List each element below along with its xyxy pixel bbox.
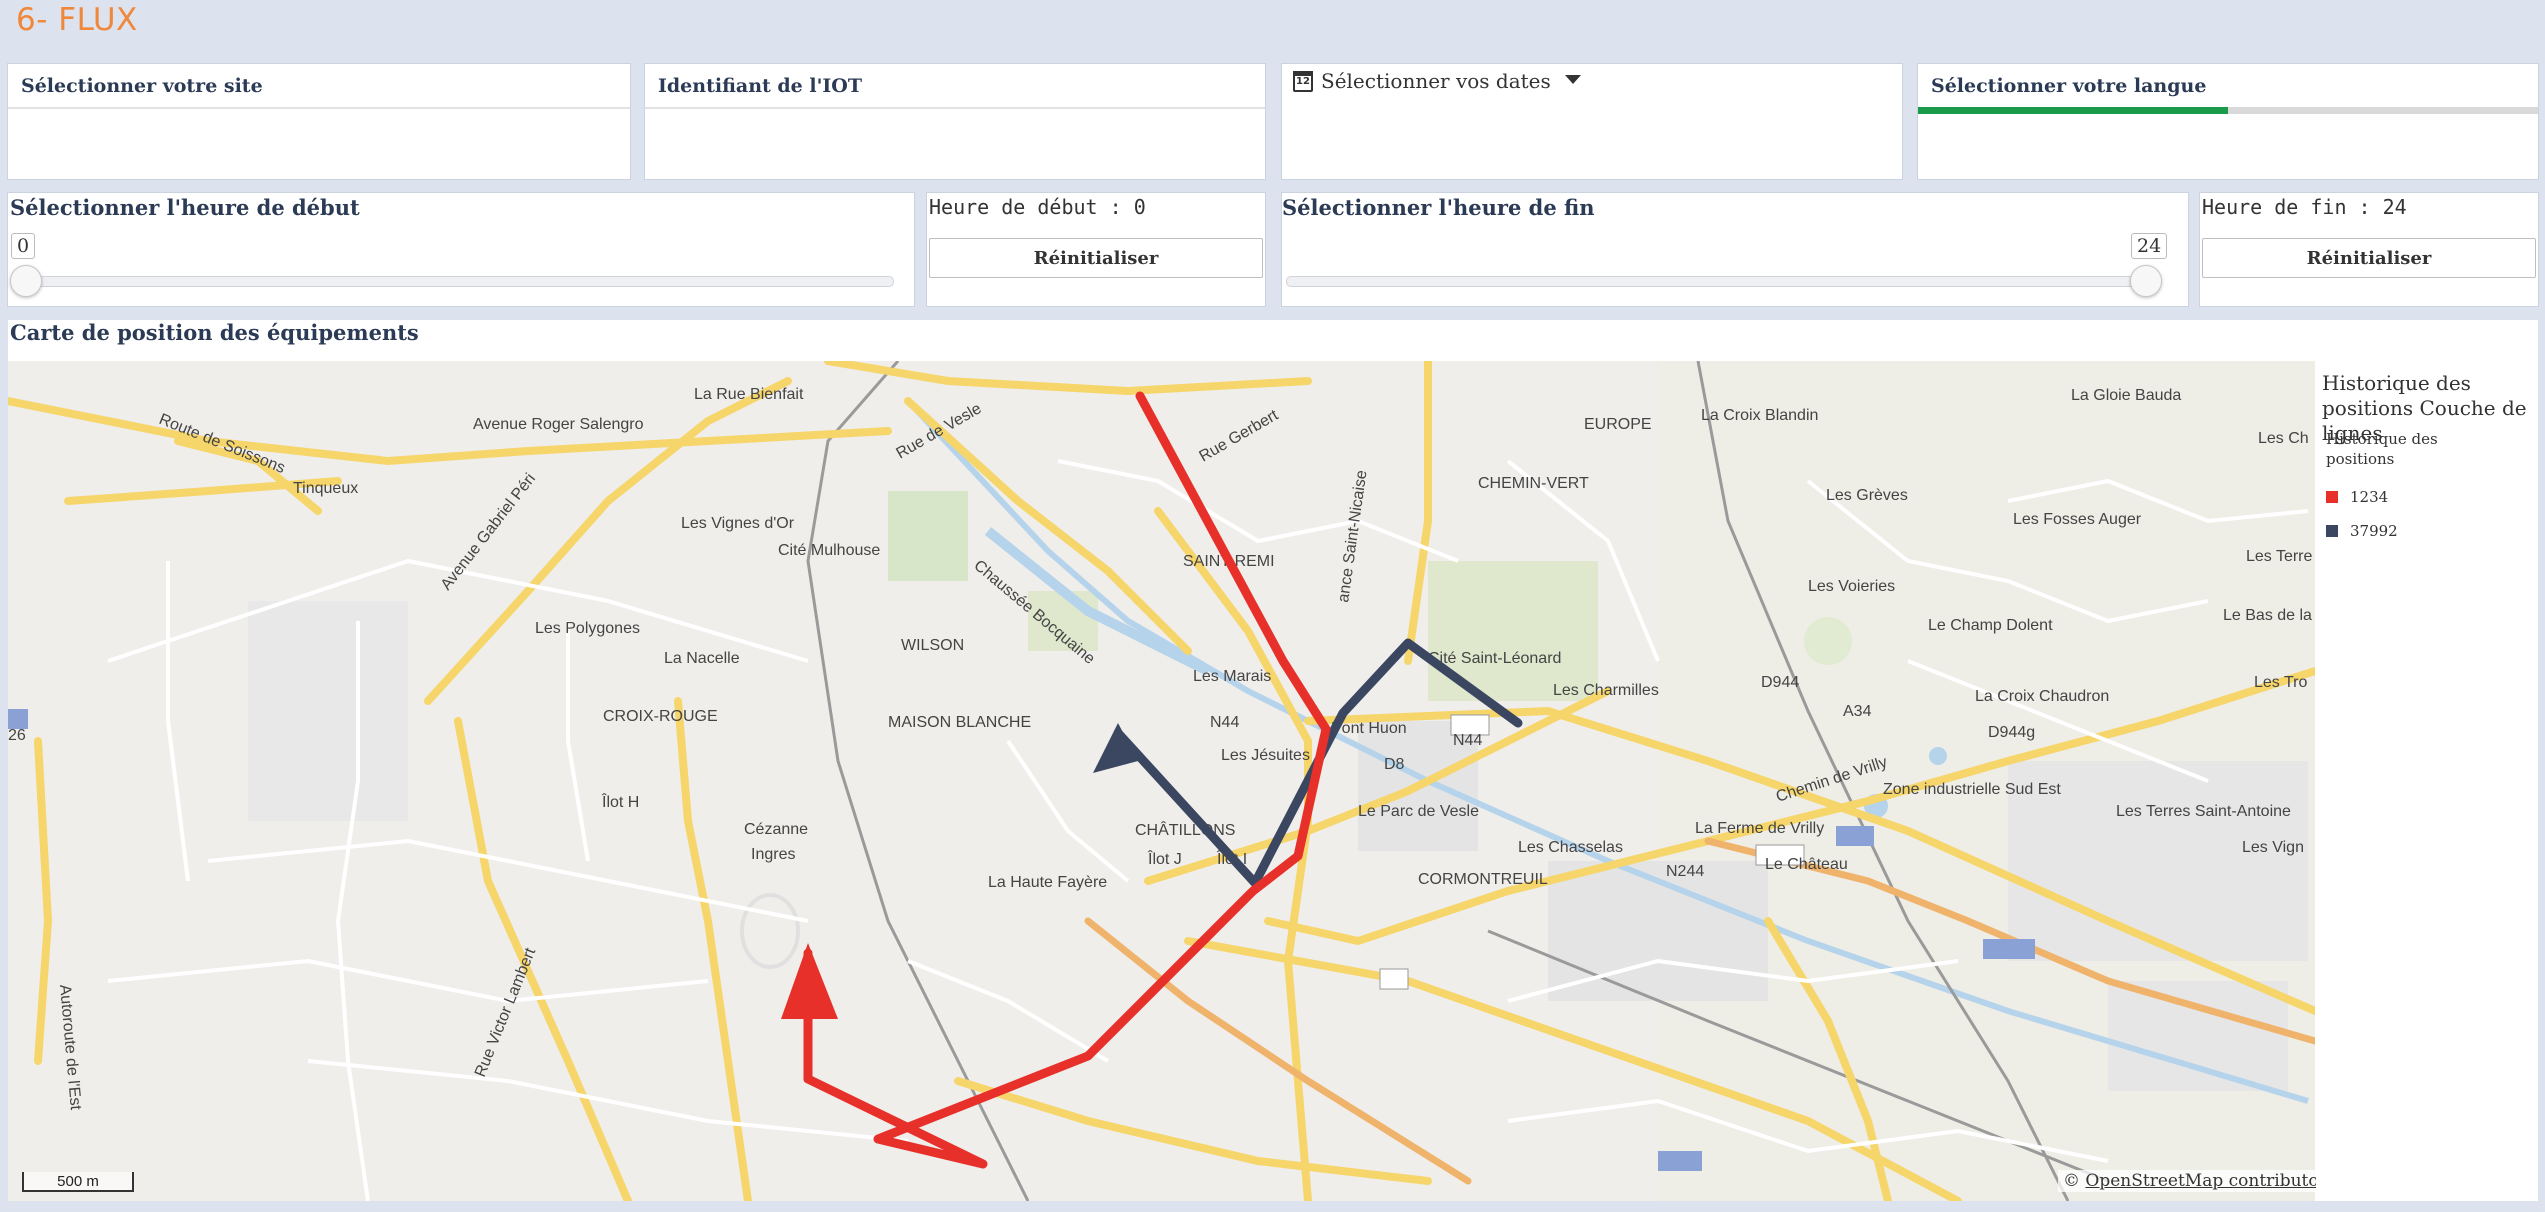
place-label: Cézanne xyxy=(744,821,808,838)
place-label: Les Vign xyxy=(2242,839,2304,856)
place-label: Le Château xyxy=(1765,856,1848,873)
place-label: Les Vignes d'Or xyxy=(681,515,795,532)
legend-item-label: 1234 xyxy=(2350,488,2389,506)
end-hour-panel: Sélectionner l'heure de fin 24 xyxy=(1282,193,2188,306)
start-hour-tooltip: 0 xyxy=(11,233,36,259)
place-label: La Croix Blandin xyxy=(1701,407,1818,424)
site-selector-divider xyxy=(8,107,630,109)
iot-selector-divider xyxy=(645,107,1265,109)
start-hour-display: Heure de début : 0 xyxy=(929,195,1146,219)
bottom-strip xyxy=(0,1201,2545,1212)
site-selector-label: Sélectionner votre site xyxy=(21,75,263,97)
place-label: Zone industrielle Sud Est xyxy=(1883,781,2061,798)
place-label: MAISON BLANCHE xyxy=(888,714,1031,731)
end-hour-info-panel: Heure de fin : 24 Réinitialiser xyxy=(2200,193,2538,306)
place-label: La Gloie Bauda xyxy=(2071,387,2181,404)
legend-item[interactable]: 1234 xyxy=(2326,488,2388,506)
end-hour-tooltip: 24 xyxy=(2131,233,2168,259)
place-label: A34 xyxy=(1843,703,1872,720)
map-canvas[interactable]: La Rue BienfaitAvenue Roger SalengroRout… xyxy=(8,361,2315,1201)
map-title: Carte de position des équipements xyxy=(10,320,419,345)
place-label: La Croix Chaudron xyxy=(1975,688,2109,705)
start-hour-title: Sélectionner l'heure de début xyxy=(10,195,360,220)
iot-selector-label: Identifiant de l'IOT xyxy=(658,75,862,97)
language-selector[interactable]: Sélectionner votre langue xyxy=(1918,64,2538,179)
place-label: La Nacelle xyxy=(664,650,740,667)
map-scale-bar: 500 m xyxy=(22,1172,134,1192)
place-label: Avenue Roger Salengro xyxy=(473,416,644,433)
place-label: D944 xyxy=(1761,674,1799,691)
place-label: Les Fosses Auger xyxy=(2013,511,2142,528)
place-label: La Ferme de Vrilly xyxy=(1695,820,1824,837)
end-hour-handle[interactable] xyxy=(2130,265,2162,297)
place-label: Cité Mulhouse xyxy=(778,542,880,559)
place-label: WILSON xyxy=(901,637,964,654)
start-hour-info-panel: Heure de début : 0 Réinitialiser xyxy=(927,193,1265,306)
site-selector[interactable]: Sélectionner votre site xyxy=(8,64,630,179)
end-hour-track[interactable] xyxy=(1286,276,2162,287)
place-label: Les Terre xyxy=(2246,548,2313,565)
map-legend: Historique des positions Couche de ligne… xyxy=(2316,361,2538,1201)
attribution-prefix: © xyxy=(2063,1171,2086,1191)
place-label: Les Chasselas xyxy=(1518,839,1623,856)
language-progress-bar xyxy=(1918,107,2538,114)
place-label: La Rue Bienfait xyxy=(694,386,804,403)
place-label: N44 xyxy=(1453,732,1482,749)
place-label: Cité Saint-Léonard xyxy=(1428,650,1561,667)
language-selector-label: Sélectionner votre langue xyxy=(1931,75,2207,97)
place-label: 26 xyxy=(8,727,26,744)
place-label: Les Terres Saint-Antoine xyxy=(2116,803,2291,820)
legend-item-label: 37992 xyxy=(2350,522,2398,540)
legend-item[interactable]: 37992 xyxy=(2326,522,2398,540)
legend-swatch xyxy=(2326,491,2338,503)
start-hour-reset-button[interactable]: Réinitialiser xyxy=(929,238,1263,278)
page-title: 6- FLUX xyxy=(16,2,138,38)
place-label: D8 xyxy=(1384,756,1405,773)
place-label: Îlot H xyxy=(601,792,639,811)
start-hour-handle[interactable] xyxy=(10,265,42,297)
place-label: Les Tro xyxy=(2254,674,2307,691)
chevron-down-icon[interactable] xyxy=(1564,74,1581,84)
place-label: CROIX-ROUGE xyxy=(603,708,718,725)
title-bar: 6- FLUX xyxy=(0,0,2545,52)
place-label: Le Parc de Vesle xyxy=(1358,803,1479,820)
end-hour-display: Heure de fin : 24 xyxy=(2202,195,2407,219)
legend-subtitle: Historique des positions xyxy=(2326,430,2438,468)
place-label: Les Charmilles xyxy=(1553,682,1659,699)
place-label: N44 xyxy=(1210,714,1239,731)
map-attribution: © OpenStreetMap contributors xyxy=(2058,1170,2341,1192)
start-hour-track[interactable] xyxy=(18,276,894,287)
place-label: CHEMIN-VERT xyxy=(1478,475,1589,492)
language-progress-fill xyxy=(1918,107,2228,114)
place-label: Îlot J xyxy=(1147,849,1182,868)
place-label: Les Grèves xyxy=(1826,487,1908,504)
date-picker[interactable]: 12 Sélectionner vos dates xyxy=(1293,69,1581,93)
place-label: Le Bas de la xyxy=(2223,607,2312,624)
iot-selector[interactable]: Identifiant de l'IOT xyxy=(645,64,1265,179)
place-label: CORMONTREUIL xyxy=(1418,871,1548,888)
place-label: Les Marais xyxy=(1193,668,1271,685)
place-label: Ingres xyxy=(751,846,795,863)
end-hour-title: Sélectionner l'heure de fin xyxy=(1282,195,1595,220)
place-label: Les Polygones xyxy=(535,620,640,637)
place-label: EUROPE xyxy=(1584,416,1652,433)
start-hour-panel: Sélectionner l'heure de début 0 xyxy=(8,193,914,306)
place-label: La Haute Fayère xyxy=(988,874,1107,891)
osm-attribution-link[interactable]: OpenStreetMap contributors xyxy=(2085,1171,2335,1191)
map[interactable]: La Rue Bienfait Avenue Roger Salengro Rout… xyxy=(8,361,2315,1201)
date-picker-label: Sélectionner vos dates xyxy=(1321,69,1551,93)
place-label: Les Ch xyxy=(2258,430,2309,447)
place-label: CHÂTILLONS xyxy=(1135,820,1235,839)
date-selector[interactable]: 12 Sélectionner vos dates xyxy=(1282,64,1902,179)
end-hour-reset-button[interactable]: Réinitialiser xyxy=(2202,238,2536,278)
place-label: Les Voieries xyxy=(1808,578,1895,595)
place-label: Tinqueux xyxy=(293,480,358,497)
legend-swatch xyxy=(2326,525,2338,537)
calendar-icon: 12 xyxy=(1293,70,1313,92)
place-label: D944g xyxy=(1988,724,2035,741)
place-label: N244 xyxy=(1666,863,1704,880)
place-label: Les Jésuites xyxy=(1221,747,1310,764)
place-label: Le Champ Dolent xyxy=(1928,617,2053,634)
